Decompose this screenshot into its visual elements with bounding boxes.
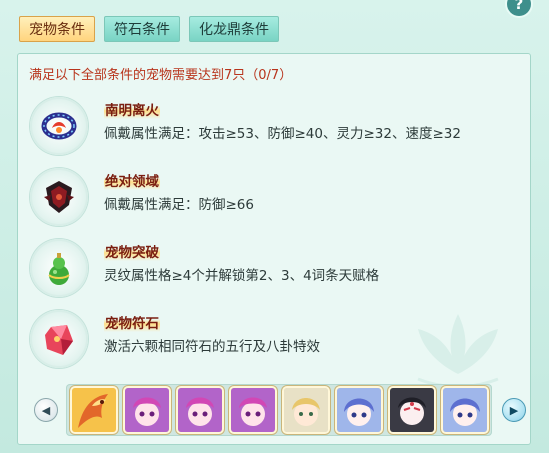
condition-window: ? 宠物条件 符石条件 化龙鼎条件 满足以下全部条件的宠物需要达到7只（0/7） [0,0,549,453]
tab-rune-conditions[interactable]: 符石条件 [104,16,180,42]
condition-description: 激活六颗相同符石的五行及八卦特效 [104,339,320,355]
blue-hair-pet-icon [337,388,381,432]
pet-portrait[interactable] [72,388,116,432]
scroll-right-button[interactable]: ▶ [502,398,526,422]
pink-hair-pet-icon [178,388,222,432]
condition-title: 宠物符石 [104,312,160,332]
help-button[interactable]: ? [507,0,531,16]
pet-portrait[interactable] [125,388,169,432]
condition-description: 佩戴属性满足：防御≥66 [104,197,254,213]
blonde-pet-icon [284,388,328,432]
ring-artifact-icon[interactable] [30,97,88,155]
condition-title: 宠物突破 [104,241,160,261]
condition-description: 灵纹属性格≥4个并解锁第2、3、4词条天赋格 [104,268,380,284]
chevron-right-icon: ▶ [509,403,519,417]
chevron-left-icon: ◀ [41,403,51,417]
red-crystal-icon[interactable] [30,310,88,368]
pet-portrait[interactable] [178,388,222,432]
tab-bar: 宠物条件 符石条件 化龙鼎条件 [19,16,279,42]
dark-shield-artifact-icon[interactable] [30,168,88,226]
phoenix-pet-icon [72,388,116,432]
condition-title: 绝对领域 [104,170,160,190]
green-gourd-icon[interactable] [30,239,88,297]
pet-portrait[interactable] [443,388,487,432]
scroll-left-button[interactable]: ◀ [34,398,58,422]
help-icon: ? [514,0,524,13]
condition-description: 佩戴属性满足：攻击≥53、防御≥40、灵力≥32、速度≥32 [104,126,461,142]
masked-pet-icon [390,388,434,432]
condition-item: 南明离火 佩戴属性满足：攻击≥53、防御≥40、灵力≥32、速度≥32 [30,97,500,157]
condition-item: 绝对领域 佩戴属性满足：防御≥66 [30,168,500,228]
conditions-panel: 满足以下全部条件的宠物需要达到7只（0/7） 南明离火 佩戴属性满足：攻击≥53… [17,53,531,445]
pink-hair-pet-icon [125,388,169,432]
requirement-text: 满足以下全部条件的宠物需要达到7只（0/7） [29,68,293,83]
tab-dragon-cauldron-conditions[interactable]: 化龙鼎条件 [189,16,279,42]
pet-portrait[interactable] [337,388,381,432]
pet-portrait[interactable] [231,388,275,432]
condition-item: 宠物符石 激活六颗相同符石的五行及八卦特效 [30,310,500,370]
pink-hair-pet-icon [231,388,275,432]
blue-hair-pet-icon [443,388,487,432]
condition-item: 宠物突破 灵纹属性格≥4个并解锁第2、3、4词条天赋格 [30,239,500,299]
pet-portrait[interactable] [390,388,434,432]
pet-portrait[interactable] [284,388,328,432]
condition-title: 南明离火 [104,99,160,119]
tab-pet-conditions[interactable]: 宠物条件 [19,16,95,42]
